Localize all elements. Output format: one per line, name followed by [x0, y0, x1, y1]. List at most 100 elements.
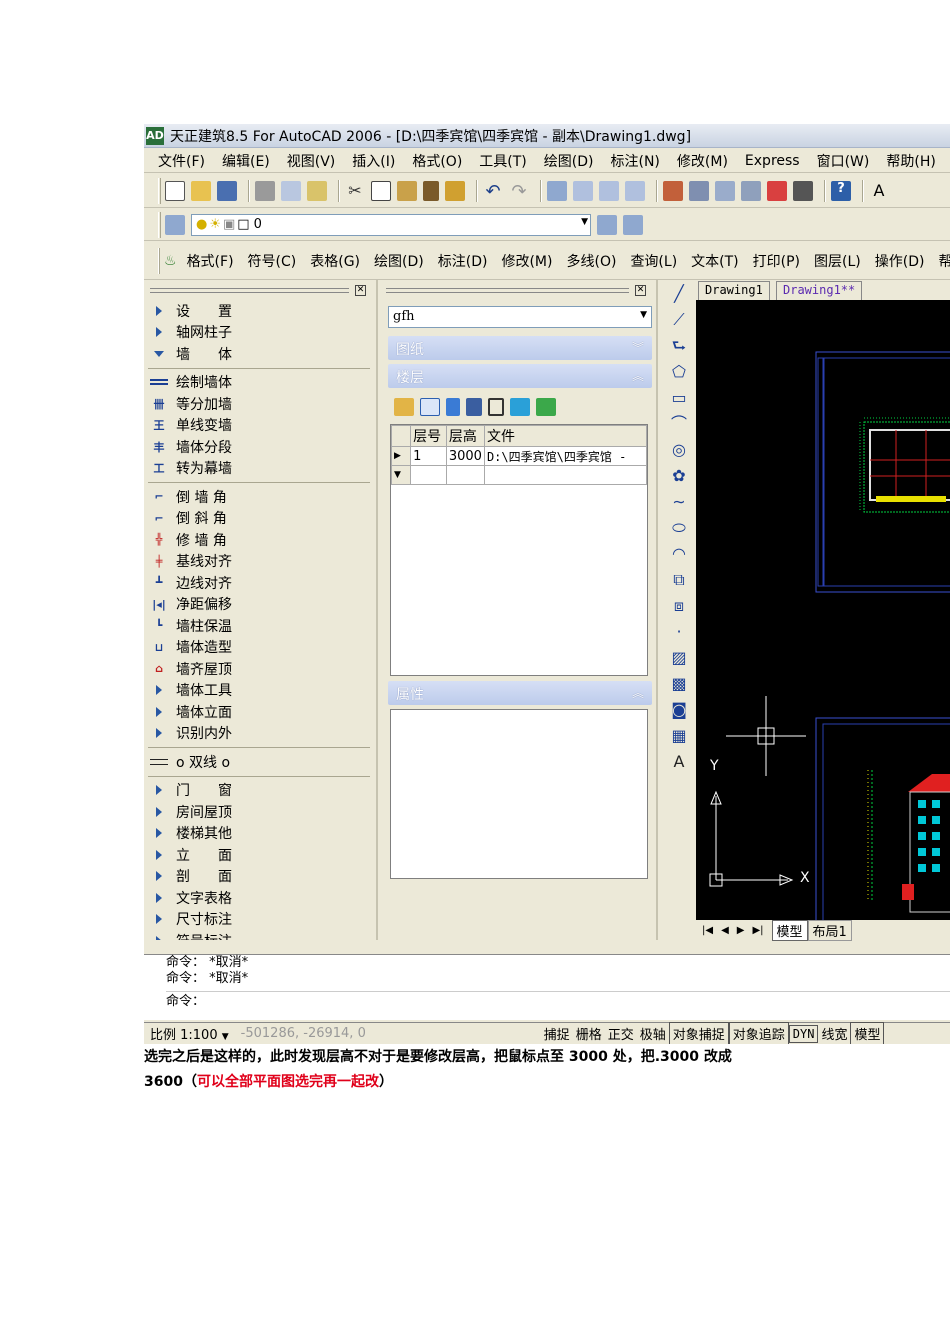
menu-edge-align[interactable]: ┻ 边线对齐	[144, 572, 376, 594]
revision-cloud-icon[interactable]: ✿	[668, 465, 690, 487]
menu-walls[interactable]: 墙 体	[144, 343, 376, 365]
markup-icon[interactable]	[767, 180, 787, 201]
cut-icon[interactable]: ✂	[345, 181, 365, 201]
line-icon[interactable]: ╱	[668, 283, 690, 305]
design-center-icon[interactable]	[689, 180, 709, 201]
menu-wall-tools[interactable]: 墙体工具	[144, 680, 376, 702]
project-dropdown[interactable]: gfh ▼	[388, 306, 652, 328]
tab-drawing1[interactable]: Drawing1	[698, 281, 770, 300]
tab-model[interactable]: 模型	[771, 919, 808, 941]
polygon-icon[interactable]: ⬠	[668, 361, 690, 383]
menu-help[interactable]: 帮助(H)	[886, 151, 935, 171]
tz-menu-format[interactable]: 格式(F)	[187, 251, 234, 271]
menu-view[interactable]: 视图(V)	[287, 151, 336, 171]
tz-menu-print[interactable]: 打印(P)	[753, 251, 800, 271]
zoom-window-icon[interactable]	[599, 180, 619, 201]
first-tab-icon[interactable]: |◀	[702, 925, 713, 936]
menu-settings[interactable]: 设 置	[144, 300, 376, 322]
text-style-icon[interactable]: A	[869, 181, 889, 201]
toggle-polar[interactable]: 极轴	[637, 1023, 669, 1044]
menu-section[interactable]: 剖 面	[144, 866, 376, 888]
menu-edit[interactable]: 编辑(E)	[222, 151, 270, 171]
tz-menu-modify[interactable]: 修改(M)	[501, 251, 552, 271]
menu-modify[interactable]: 修改(M)	[677, 151, 728, 171]
print-icon[interactable]	[255, 180, 275, 201]
menu-symbol-annotation[interactable]: 符号标注	[144, 930, 376, 940]
multiline-text-icon[interactable]: A	[668, 751, 690, 773]
table-row-new[interactable]: ▼	[390, 465, 648, 485]
menu-chamfer[interactable]: ⌐ 倒 斜 角	[144, 508, 376, 530]
menu-window[interactable]: 窗口(W)	[817, 151, 870, 171]
menu-wall-to-roof[interactable]: ⌂ 墙齐屋顶	[144, 658, 376, 680]
floor-table-icon[interactable]	[488, 398, 504, 416]
open-folder-icon[interactable]	[394, 398, 414, 416]
tab-drawing1-modified[interactable]: Drawing1**	[776, 281, 863, 300]
new-file-icon[interactable]	[165, 180, 185, 201]
section-drawings-header[interactable]: 图纸 ︾	[388, 336, 652, 360]
print-preview-icon[interactable]	[281, 180, 301, 201]
tz-menu-table[interactable]: 表格(G)	[310, 251, 360, 271]
menu-dimension[interactable]: 标注(N)	[611, 151, 660, 171]
table-icon[interactable]: ▦	[668, 725, 690, 747]
properties-icon[interactable]	[663, 180, 683, 201]
construction-line-icon[interactable]: ⟋	[668, 309, 690, 331]
tz-menu-query[interactable]: 查询(L)	[630, 251, 677, 271]
circle-icon[interactable]: ◎	[668, 439, 690, 461]
menu-to-curtain-wall[interactable]: 工转为幕墙	[144, 458, 376, 480]
floor-file-cell[interactable]: D:\四季宾馆\四季宾馆 -	[483, 446, 648, 466]
toggle-osnap[interactable]: 对象捕捉	[668, 1022, 729, 1044]
menu-divide-add-wall[interactable]: 卌等分加墙	[144, 393, 376, 415]
menu-dimensioning[interactable]: 尺寸标注	[144, 909, 376, 931]
arc-icon[interactable]: ⌒	[668, 413, 690, 435]
pan-icon[interactable]	[547, 180, 567, 201]
polyline-icon[interactable]: ⮑	[668, 335, 690, 357]
command-window[interactable]: 命令： *取消* 命令： *取消* 命令：	[144, 954, 950, 1020]
tz-menu-help[interactable]: 帮助(H)	[938, 251, 950, 271]
menu-draw-wall[interactable]: 绘制墙体	[144, 372, 376, 394]
section-properties-header[interactable]: 属性 ︽	[388, 681, 652, 705]
publish-icon[interactable]	[307, 180, 327, 201]
toolbar-grip[interactable]	[158, 247, 160, 274]
menu-wall-shape[interactable]: ⊔ 墙体造型	[144, 637, 376, 659]
menu-text-table[interactable]: 文字表格	[144, 887, 376, 909]
copy-icon[interactable]	[371, 180, 391, 201]
menu-axis-columns[interactable]: 轴网柱子	[144, 322, 376, 344]
rectangle-icon[interactable]: ▭	[668, 387, 690, 409]
toggle-snap[interactable]: 捕捉	[541, 1023, 573, 1044]
section-floors-header[interactable]: 楼层 ︽	[388, 364, 652, 388]
ellipse-arc-icon[interactable]: ◠	[668, 543, 690, 565]
toggle-model[interactable]: 模型	[850, 1022, 885, 1044]
tz-menu-symbol[interactable]: 符号(C)	[248, 251, 297, 271]
redo-icon[interactable]: ↷	[509, 181, 529, 202]
floor-height-cell[interactable]: 3000	[445, 446, 485, 466]
paste-icon[interactable]	[397, 180, 417, 201]
calculator-icon[interactable]	[793, 180, 813, 201]
next-tab-icon[interactable]: ▶	[737, 925, 745, 936]
tool-palettes-icon[interactable]	[715, 180, 735, 201]
zoom-realtime-icon[interactable]	[573, 180, 593, 201]
close-icon[interactable]: ✕	[355, 284, 366, 296]
tz-menu-layer[interactable]: 图层(L)	[814, 251, 861, 271]
menu-elevation[interactable]: 立 面	[144, 844, 376, 866]
menu-identify-in-out[interactable]: 识别内外	[144, 723, 376, 745]
save-icon[interactable]	[217, 180, 237, 201]
match-properties-icon[interactable]	[423, 180, 439, 201]
hatch-icon[interactable]: ▨	[668, 647, 690, 669]
menu-dual-line[interactable]: o 双线 o	[144, 751, 376, 773]
menu-tools[interactable]: 工具(T)	[479, 151, 526, 171]
layer-dropdown[interactable]: ● ☀ ▣ □ 0 ▼	[191, 213, 591, 236]
tz-menu-draw[interactable]: 绘图(D)	[374, 251, 424, 271]
menu-stairs-other[interactable]: 楼梯其他	[144, 823, 376, 845]
drawing-canvas[interactable]: Y X	[696, 300, 950, 920]
scale-dropdown[interactable]: 比例 1:100 ▼	[150, 1024, 229, 1043]
toolbar-grip[interactable]	[158, 211, 161, 238]
tz-menu-dimension[interactable]: 标注(D)	[438, 251, 488, 271]
menu-doors-windows[interactable]: 门 窗	[144, 780, 376, 802]
point-icon[interactable]: ·	[668, 621, 690, 643]
insert-block-icon[interactable]: ⧉	[668, 569, 690, 591]
menu-wall-elevation[interactable]: 墙体立面	[144, 701, 376, 723]
tab-layout1[interactable]: 布局1	[807, 919, 852, 941]
table-row[interactable]: ▶ 1 3000 D:\四季宾馆\四季宾馆 -	[390, 446, 648, 466]
make-block-icon[interactable]: ⧈	[668, 595, 690, 617]
floor-number-cell[interactable]: 1	[410, 446, 447, 466]
